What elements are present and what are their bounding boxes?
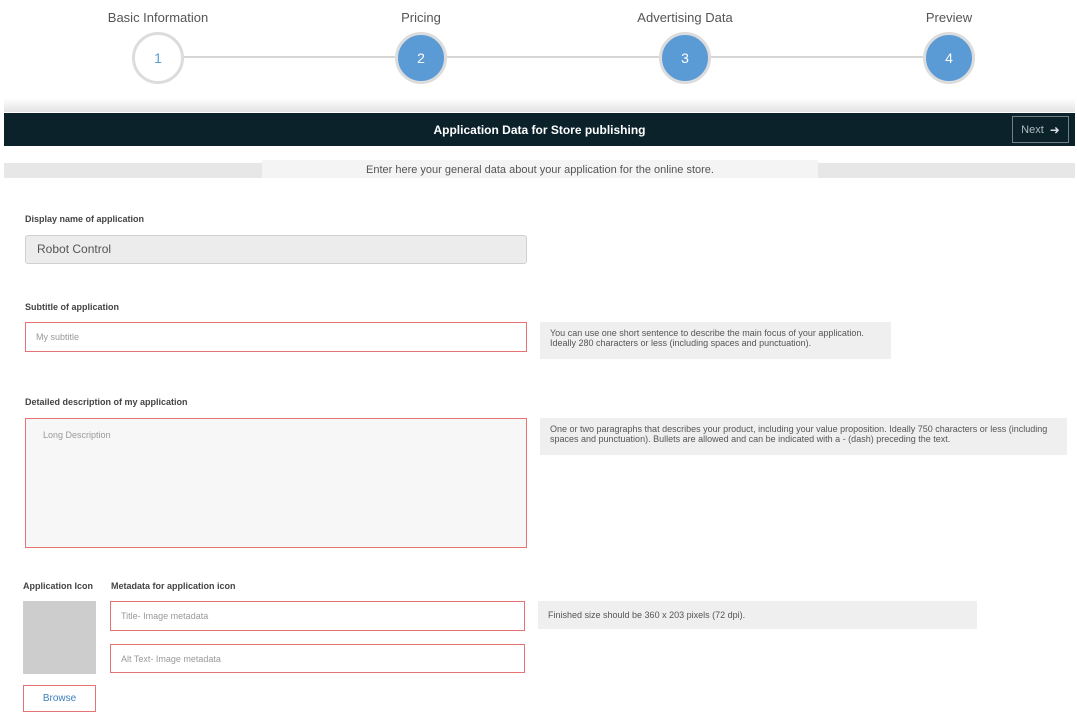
step-number-circle[interactable]: 3 [659,32,711,84]
step-advertising-data[interactable]: Advertising Data 3 [615,8,755,84]
icon-metadata-label: Metadata for application icon [111,581,236,591]
step-label: Pricing [401,10,441,25]
application-icon-label: Application Icon [23,581,94,591]
stepper-connector-line [158,56,950,58]
step-label: Preview [925,10,973,25]
step-number-circle[interactable]: 4 [923,32,975,84]
subtitle-hint: You can use one short sentence to descri… [540,322,891,359]
subtitle-input[interactable] [25,322,527,352]
description-label: Detailed description of my application [25,397,188,407]
description-textarea[interactable] [25,418,527,548]
section-title: Application Data for Store publishing [433,122,646,137]
icon-size-hint: Finished size should be 360 x 203 pixels… [538,601,977,629]
step-label: Advertising Data [637,10,733,25]
display-name-label: Display name of application [25,214,145,224]
next-button[interactable]: Next ➜ [1012,116,1069,143]
stepper-divider [4,98,1075,112]
icon-alt-text-input[interactable] [110,644,525,673]
next-button-label: Next [1021,123,1044,136]
step-preview[interactable]: Preview 4 [879,8,1019,84]
application-icon-preview [23,601,96,674]
description-hint: One or two paragraphs that describes you… [540,418,1067,455]
icon-title-input[interactable] [110,601,525,631]
step-label: Basic Information [107,10,209,25]
subtitle-label: Subtitle of application [25,302,119,312]
step-number-circle[interactable]: 2 [395,32,447,84]
section-header-bar: Application Data for Store publishing Ne… [4,113,1075,146]
progress-stepper: Basic Information 1 Pricing 2 Advertisin… [0,0,1077,108]
arrow-right-icon: ➜ [1049,122,1060,137]
step-pricing[interactable]: Pricing 2 [351,8,491,84]
intro-text: Enter here your general data about your … [262,160,818,178]
step-basic-information[interactable]: Basic Information 1 [88,8,228,84]
browse-button[interactable]: Browse [23,685,96,712]
display-name-field: Robot Control [25,235,527,264]
step-number-circle[interactable]: 1 [132,32,184,84]
